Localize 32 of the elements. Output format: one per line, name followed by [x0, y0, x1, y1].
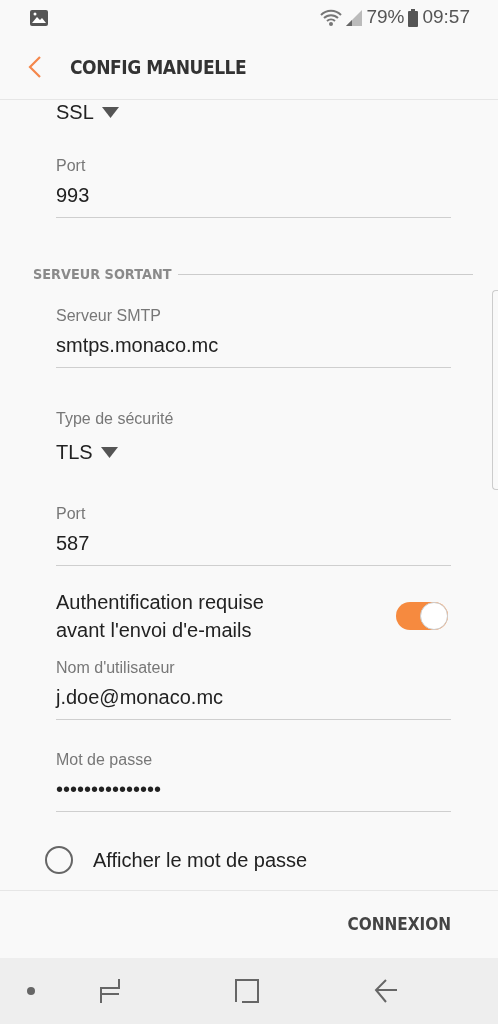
field-label: Type de sécurité — [56, 409, 175, 429]
radio-label: Afficher le mot de passe — [93, 848, 308, 873]
field-label: Mot de passe — [56, 750, 154, 770]
caret-icon — [100, 446, 118, 458]
page-title: CONFIG MANUELLE — [70, 54, 247, 80]
section-header: SERVEUR SORTANT — [33, 265, 172, 284]
security-dropdown[interactable]: SSL — [56, 100, 451, 126]
caret-icon — [101, 106, 119, 118]
battery-icon — [408, 8, 419, 27]
input-field[interactable]: 587 — [56, 525, 451, 566]
field-label: Port — [56, 504, 87, 524]
field-label: Nom d'utilisateur — [56, 658, 176, 678]
switch-label: Authentification requise avant l'envoi d'e-mails — [56, 590, 265, 643]
toggle-switch[interactable] — [396, 602, 448, 630]
input-field[interactable]: ••••••••••••••• — [56, 771, 451, 812]
input-field[interactable]: j.doe@monaco.mc — [56, 679, 451, 720]
back-nav-icon[interactable] — [374, 978, 398, 1004]
field-label: Port — [56, 156, 87, 176]
battery-percent: 79% — [366, 5, 405, 30]
home-icon[interactable] — [235, 978, 259, 1004]
field-label: Serveur SMTP — [56, 306, 162, 326]
input-field[interactable]: 993 — [56, 177, 451, 218]
radio-button[interactable] — [45, 846, 73, 874]
input-field[interactable]: smtps.monaco.mc — [56, 327, 451, 368]
security-dropdown[interactable]: TLS — [56, 430, 451, 466]
wifi-icon — [320, 8, 343, 27]
clock: 09:57 — [422, 5, 470, 30]
gallery-icon — [30, 9, 48, 26]
dot-icon — [26, 986, 36, 996]
connect-button[interactable]: CONNEXION — [347, 911, 451, 938]
recents-icon[interactable] — [98, 978, 122, 1004]
signal-icon — [346, 9, 363, 26]
